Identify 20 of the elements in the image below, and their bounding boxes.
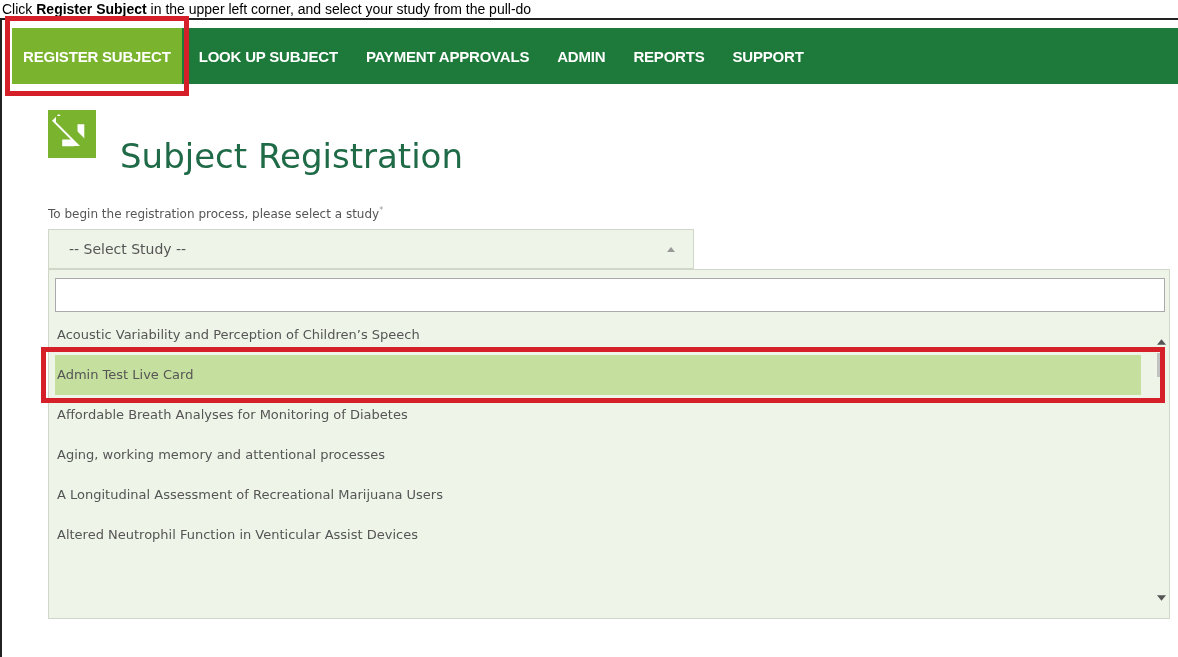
caret-icon (667, 246, 675, 252)
dropdown-option[interactable]: A Longitudinal Assessment of Recreational Marijuana Users (55, 475, 1141, 515)
field-label: To begin the registration process, please select a study$^{*}$ (48, 206, 385, 221)
nav-tab[interactable]: SUPPORT (721, 28, 815, 84)
scroll-up-icon[interactable] (1156, 339, 1166, 345)
nav-tab[interactable]: ADMIN (546, 28, 617, 84)
dropdown-option[interactable]: Aging, working memory and attentional processes (55, 435, 1141, 475)
scroll-down-icon[interactable] (1156, 595, 1166, 601)
nav-tab[interactable]: PAYMENT APPROVALS (354, 28, 541, 84)
instruction-text: Click Register Subject in the upper left corner, and select your study from the pull-do (1, 0, 533, 18)
dropdown-option[interactable]: Acoustic Variability and Perception of Children’s Speech (55, 315, 1141, 355)
dropdown-option[interactable]: Affordable Breath Analyses for Monitoring of Diabetes (55, 395, 1141, 435)
nav-tab[interactable]: REPORTS (622, 28, 716, 84)
search-field[interactable] (55, 278, 1165, 312)
page-title: Subject Registration (120, 136, 463, 176)
nav-tab[interactable]: LOOK UP SUBJECT (187, 28, 349, 84)
dropdown-option[interactable]: Admin Test Live Card (55, 355, 1141, 395)
study-dropdown[interactable]: -- Select Study -- (48, 229, 694, 269)
arrow-logo-icon (48, 110, 96, 158)
dropdown-option[interactable]: Altered Neutrophil Function in Venticular Assist Devices (55, 515, 1141, 555)
